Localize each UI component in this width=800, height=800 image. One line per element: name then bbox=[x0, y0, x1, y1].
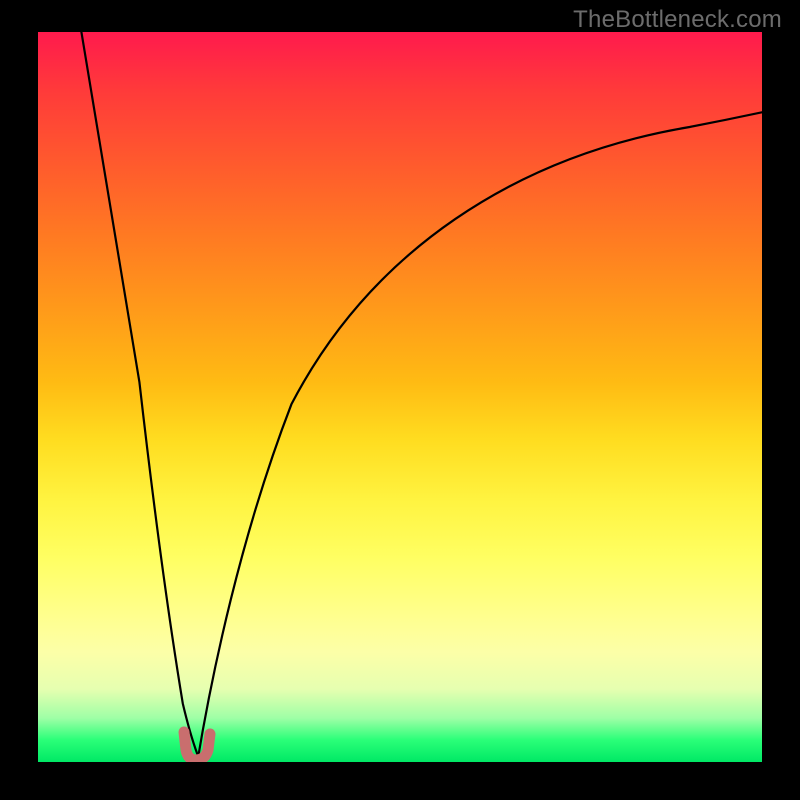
curve-right-branch bbox=[197, 112, 762, 762]
trough-marker bbox=[184, 732, 210, 760]
chart-frame: TheBottleneck.com bbox=[0, 0, 800, 800]
bottleneck-curve bbox=[38, 32, 762, 762]
watermark-text: TheBottleneck.com bbox=[573, 6, 782, 34]
curve-left-branch bbox=[81, 32, 197, 754]
